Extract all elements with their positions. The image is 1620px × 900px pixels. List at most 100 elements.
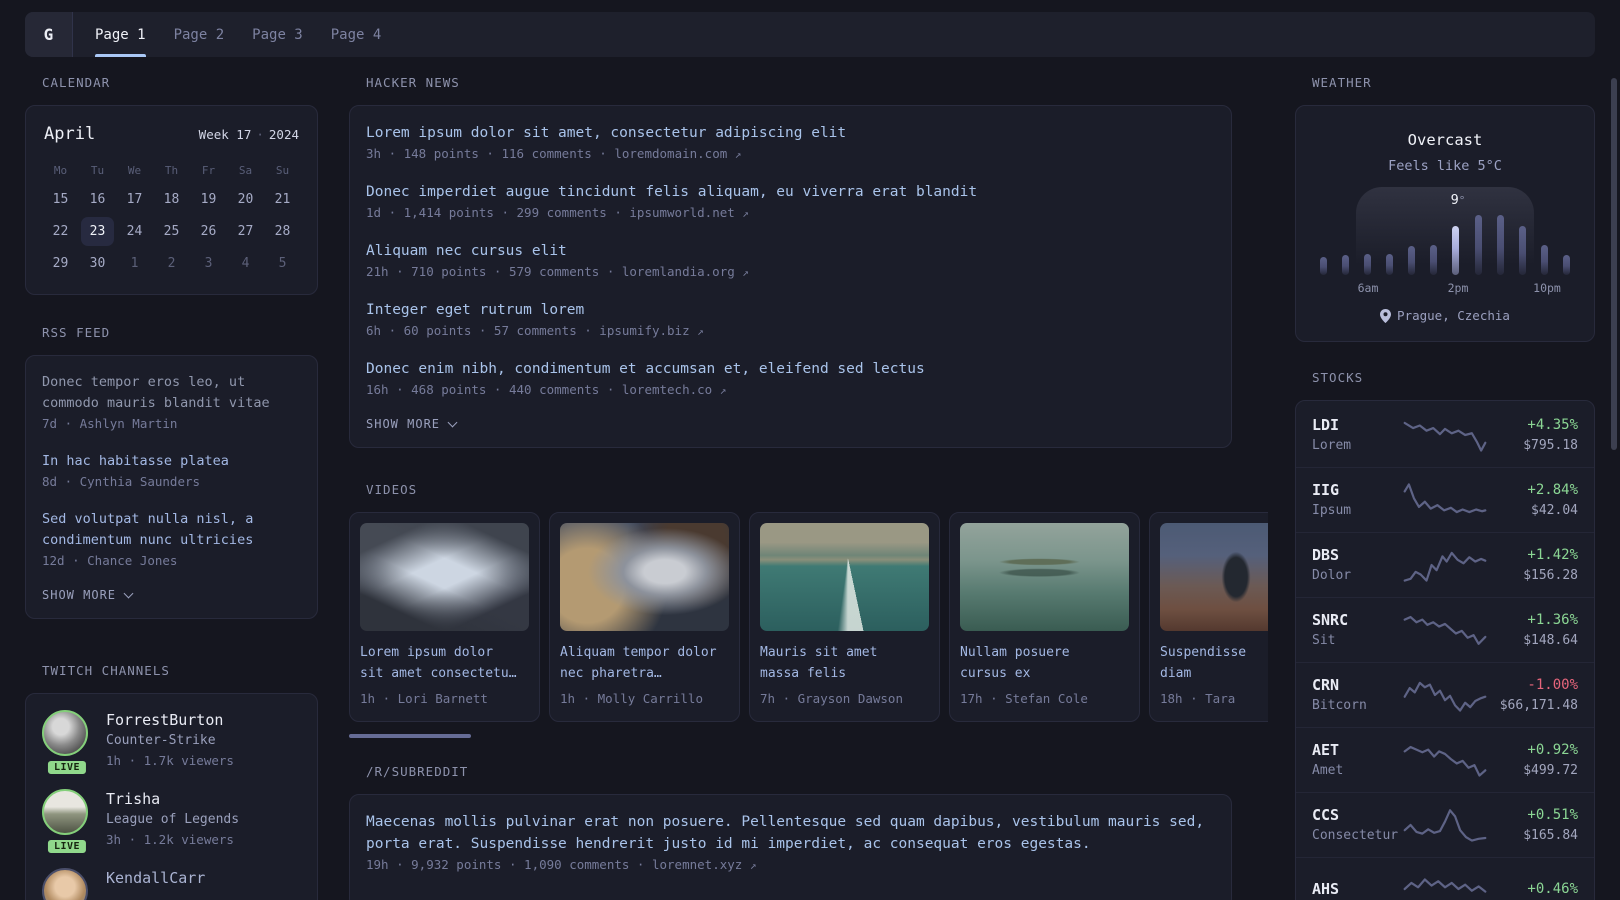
- calendar-day[interactable]: 17: [116, 185, 153, 214]
- calendar-day[interactable]: 29: [42, 249, 79, 278]
- app-logo[interactable]: G: [25, 12, 73, 57]
- video-title[interactable]: massa felis: [760, 663, 929, 684]
- twitch-widget: LIVE ForrestBurton Counter-Strike 1h · 1…: [25, 693, 318, 900]
- video-card[interactable]: Lorem ipsum dolor sit amet consectetu… 1…: [349, 512, 540, 722]
- video-card[interactable]: Aliquam tempor dolor nec pharetra… 1h · …: [549, 512, 740, 722]
- calendar-day[interactable]: 25: [153, 217, 190, 246]
- stock-row[interactable]: IIG Ipsum +2.84% $42.04: [1296, 467, 1594, 532]
- twitch-channel-row[interactable]: KendallCarr: [42, 868, 301, 900]
- reddit-post-link[interactable]: Maecenas mollis pulvinar erat non posuer…: [366, 811, 1215, 855]
- calendar-day[interactable]: 21: [264, 185, 301, 214]
- hackernews-widget: Lorem ipsum dolor sit amet, consectetur …: [349, 105, 1232, 448]
- video-thumbnail[interactable]: [960, 523, 1129, 631]
- carousel-scrollbar[interactable]: [349, 734, 471, 738]
- twitch-channel-row[interactable]: LIVE ForrestBurton Counter-Strike 1h · 1…: [42, 710, 301, 776]
- video-thumbnail[interactable]: [1160, 523, 1268, 631]
- avatar: [42, 710, 88, 756]
- hn-domain-link[interactable]: loremtech.co ↗: [622, 382, 726, 397]
- calendar-day[interactable]: 19: [190, 185, 227, 214]
- calendar-day[interactable]: 26: [190, 217, 227, 246]
- stock-row[interactable]: AHS +0.46%: [1296, 857, 1594, 900]
- calendar-day-next-month[interactable]: 1: [116, 249, 153, 278]
- video-title[interactable]: Suspendisse: [1160, 642, 1268, 663]
- hn-domain-link[interactable]: loremdomain.com ↗: [614, 146, 741, 161]
- channel-name-link[interactable]: Trisha: [106, 789, 239, 810]
- video-card[interactable]: Mauris sit amet massa felis 7h · Grayson…: [749, 512, 940, 722]
- stock-id: SNRC Sit: [1312, 610, 1403, 650]
- stock-values: +0.46%: [1487, 879, 1578, 900]
- stock-symbol: SNRC: [1312, 611, 1349, 629]
- video-thumbnail[interactable]: [360, 523, 529, 631]
- video-title[interactable]: diam: [1160, 663, 1268, 684]
- stock-row[interactable]: LDI Lorem +4.35% $795.18: [1296, 403, 1594, 467]
- calendar-day[interactable]: 20: [227, 185, 264, 214]
- rss-item-link[interactable]: Donec tempor eros leo, ut commodo mauris…: [42, 372, 301, 414]
- hn-show-more-button[interactable]: SHOW MORE: [366, 417, 1215, 431]
- channel-meta: 1h · 1.7k viewers: [106, 753, 234, 768]
- stock-price: $66,171.48: [1499, 698, 1578, 713]
- weather-bar: [1474, 215, 1482, 275]
- calendar-day[interactable]: 22: [42, 217, 79, 246]
- video-title[interactable]: sit amet consectetu…: [360, 663, 529, 684]
- stock-row[interactable]: DBS Dolor +1.42% $156.28: [1296, 532, 1594, 597]
- channel-name-link[interactable]: KendallCarr: [106, 868, 205, 889]
- calendar-day[interactable]: 24: [116, 217, 153, 246]
- video-card[interactable]: Suspendisse diam 18h · Tara: [1149, 512, 1268, 722]
- reddit-domain-link[interactable]: loremnet.xyz ↗: [652, 857, 756, 872]
- hn-story: Integer eget rutrum lorem 6h · 60 points…: [366, 299, 1215, 342]
- stock-row[interactable]: AET Amet +0.92% $499.72: [1296, 727, 1594, 792]
- stock-row[interactable]: SNRC Sit +1.36% $148.64: [1296, 597, 1594, 662]
- video-thumbnail[interactable]: [560, 523, 729, 631]
- calendar-day[interactable]: 30: [79, 249, 116, 278]
- hn-domain-text: loremtech.co: [621, 382, 713, 397]
- tab-page-2[interactable]: Page 2: [174, 12, 225, 57]
- calendar-month: April: [44, 124, 96, 144]
- weather-bar: [1562, 255, 1570, 275]
- twitch-channel-row[interactable]: LIVE Trisha League of Legends 3h · 1.2k …: [42, 789, 301, 855]
- stock-row[interactable]: CRN Bitcorn -1.00% $66,171.48: [1296, 662, 1594, 727]
- hn-domain-link[interactable]: ipsumify.biz ↗: [599, 323, 703, 338]
- tab-page-3[interactable]: Page 3: [252, 12, 303, 57]
- hn-story-link[interactable]: Integer eget rutrum lorem: [366, 299, 1215, 321]
- tab-page-4[interactable]: Page 4: [331, 12, 382, 57]
- hn-domain-link[interactable]: loremlandia.org ↗: [622, 264, 749, 279]
- calendar-year: 2024: [268, 127, 299, 142]
- video-title[interactable]: Aliquam tempor dolor: [560, 642, 729, 663]
- calendar-day[interactable]: 28: [264, 217, 301, 246]
- left-column: CALENDAR April Week 17 · 2024 Mo Tu We Th …: [25, 75, 318, 900]
- rss-show-more-button[interactable]: SHOW MORE: [42, 588, 301, 602]
- weather-bar: [1452, 226, 1460, 275]
- calendar-day[interactable]: 16: [79, 185, 116, 214]
- hn-story-link[interactable]: Donec enim nibh, condimentum et accumsan…: [366, 358, 1215, 380]
- page-scrollbar[interactable]: [1611, 78, 1617, 450]
- weekday-label: Th: [164, 164, 179, 177]
- calendar-day[interactable]: 18: [153, 185, 190, 214]
- hn-story-link[interactable]: Lorem ipsum dolor sit amet, consectetur …: [366, 122, 1215, 144]
- hn-domain-link[interactable]: ipsumworld.net ↗: [629, 205, 749, 220]
- rss-item-link[interactable]: Sed volutpat nulla nisl, a condimentum n…: [42, 509, 301, 551]
- calendar-day-next-month[interactable]: 2: [153, 249, 190, 278]
- video-title[interactable]: nec pharetra…: [560, 663, 729, 684]
- calendar-day[interactable]: 15: [42, 185, 79, 214]
- video-title[interactable]: Mauris sit amet: [760, 642, 929, 663]
- stock-name: Dolor: [1312, 568, 1352, 583]
- tab-page-1[interactable]: Page 1: [95, 12, 146, 57]
- calendar-day-selected[interactable]: 23: [81, 217, 114, 246]
- video-title[interactable]: Nullam posuere: [960, 642, 1129, 663]
- calendar-day-next-month[interactable]: 5: [264, 249, 301, 278]
- video-thumbnail[interactable]: [760, 523, 929, 631]
- video-title[interactable]: Lorem ipsum dolor: [360, 642, 529, 663]
- calendar-day-next-month[interactable]: 4: [227, 249, 264, 278]
- hn-story-link[interactable]: Donec imperdiet augue tincidunt felis al…: [366, 181, 1215, 203]
- hn-story-link[interactable]: Aliquam nec cursus elit: [366, 240, 1215, 262]
- rss-item-link[interactable]: In hac habitasse platea: [42, 451, 301, 472]
- calendar-day-next-month[interactable]: 3: [190, 249, 227, 278]
- weather-condition: Overcast: [1407, 131, 1483, 149]
- stock-values: +2.84% $42.04: [1487, 480, 1578, 520]
- video-title[interactable]: cursus ex: [960, 663, 1129, 684]
- stock-row[interactable]: CCS Consectetur +0.51% $165.84: [1296, 792, 1594, 857]
- video-card[interactable]: Nullam posuere cursus ex 17h · Stefan Co…: [949, 512, 1140, 722]
- calendar-day[interactable]: 27: [227, 217, 264, 246]
- channel-name-link[interactable]: ForrestBurton: [106, 710, 234, 731]
- external-link-icon: ↗: [742, 207, 749, 220]
